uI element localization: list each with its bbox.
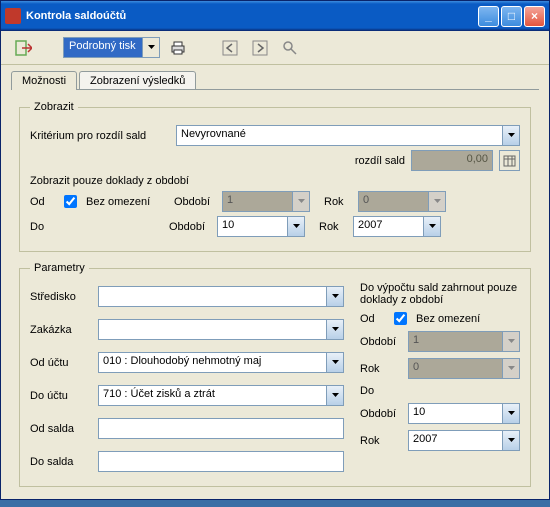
chevron-down-icon [503,331,520,352]
diff-value: 0,00 [411,150,493,171]
minimize-button[interactable]: _ [478,6,499,27]
group-zobrazit: Zobrazit Kritérium pro rozdíl sald Nevyr… [19,101,531,252]
period-label: Období [174,196,216,208]
od-year-combo: 0 [358,191,446,212]
legend-zobrazit: Zobrazit [30,101,78,113]
criterion-label: Kritérium pro rozdíl sald [30,130,170,142]
exit-button[interactable] [11,36,35,60]
nav-prev-button[interactable] [218,36,242,60]
tab-results[interactable]: Zobrazení výsledků [79,71,196,90]
do-uctu-combo[interactable]: 710 : Účet zisků a ztrát [98,385,344,406]
chevron-down-icon[interactable] [327,286,344,307]
no-limit-label: Bez omezení [86,196,168,208]
right-header: Do výpočtu sald zahrnout pouze doklady z… [360,282,520,306]
od-label: Od [30,196,58,208]
year-label: Rok [360,435,402,447]
window-title: Kontrola saldoúčtů [26,10,476,22]
tab-options[interactable]: Možnosti [11,71,77,90]
od-salda-input[interactable] [98,418,344,439]
close-button[interactable]: × [524,6,545,27]
no-limit-checkbox-2[interactable] [394,312,407,325]
print-mode-value: Podrobný tisk [63,37,143,58]
group-parametry: Parametry Středisko Zakázka [19,262,531,487]
do-label: Do [360,385,374,397]
chevron-down-icon[interactable] [327,319,344,340]
no-limit-label: Bez omezení [416,313,480,325]
zakazka-label: Zakázka [30,324,92,336]
nav-next-button[interactable] [248,36,272,60]
period-label: Období [169,221,211,233]
maximize-button[interactable]: □ [501,6,522,27]
chevron-down-icon[interactable] [503,125,520,146]
stredisko-combo[interactable] [98,286,344,307]
search-button[interactable] [278,36,302,60]
do-year-combo-2[interactable]: 2007 [408,430,520,451]
do-period-combo-2[interactable]: 10 [408,403,520,424]
do-salda-input[interactable] [98,451,344,472]
do-period-combo[interactable]: 10 [217,216,305,237]
od-uctu-combo[interactable]: 010 : Dlouhodobý nehmotný maj [98,352,344,373]
period-label: Období [360,336,402,348]
do-label: Do [30,221,58,233]
chevron-down-icon[interactable] [503,430,520,451]
stredisko-label: Středisko [30,291,92,303]
print-button[interactable] [166,36,190,60]
criterion-combo[interactable]: Nevyrovnané [176,125,520,146]
do-salda-label: Do salda [30,456,92,468]
od-year-combo-2: 0 [408,358,520,379]
year-label: Rok [319,221,347,233]
chevron-down-icon[interactable] [288,216,305,237]
chevron-down-icon[interactable] [327,352,344,373]
od-period-combo-2: 1 [408,331,520,352]
chevron-down-icon [293,191,310,212]
chevron-down-icon[interactable] [327,385,344,406]
print-mode-combo[interactable]: Podrobný tisk [63,37,160,58]
legend-parametry: Parametry [30,262,89,274]
period-label: Období [360,408,402,420]
do-uctu-label: Do účtu [30,390,92,402]
diff-label: rozdíl sald [355,155,405,167]
chevron-down-icon [503,358,520,379]
year-label: Rok [360,363,402,375]
od-label: Od [360,313,388,325]
chevron-down-icon[interactable] [143,37,160,58]
app-icon [5,8,21,24]
year-label: Rok [324,196,352,208]
od-salda-label: Od salda [30,423,92,435]
chevron-down-icon[interactable] [424,216,441,237]
chevron-down-icon [429,191,446,212]
zakazka-combo[interactable] [98,319,344,340]
show-only-label: Zobrazit pouze doklady z období [30,175,189,187]
do-year-combo[interactable]: 2007 [353,216,441,237]
od-uctu-label: Od účtu [30,357,92,369]
od-period-combo: 1 [222,191,310,212]
calendar-icon[interactable] [499,150,520,171]
chevron-down-icon[interactable] [503,403,520,424]
no-limit-checkbox[interactable] [64,195,77,208]
